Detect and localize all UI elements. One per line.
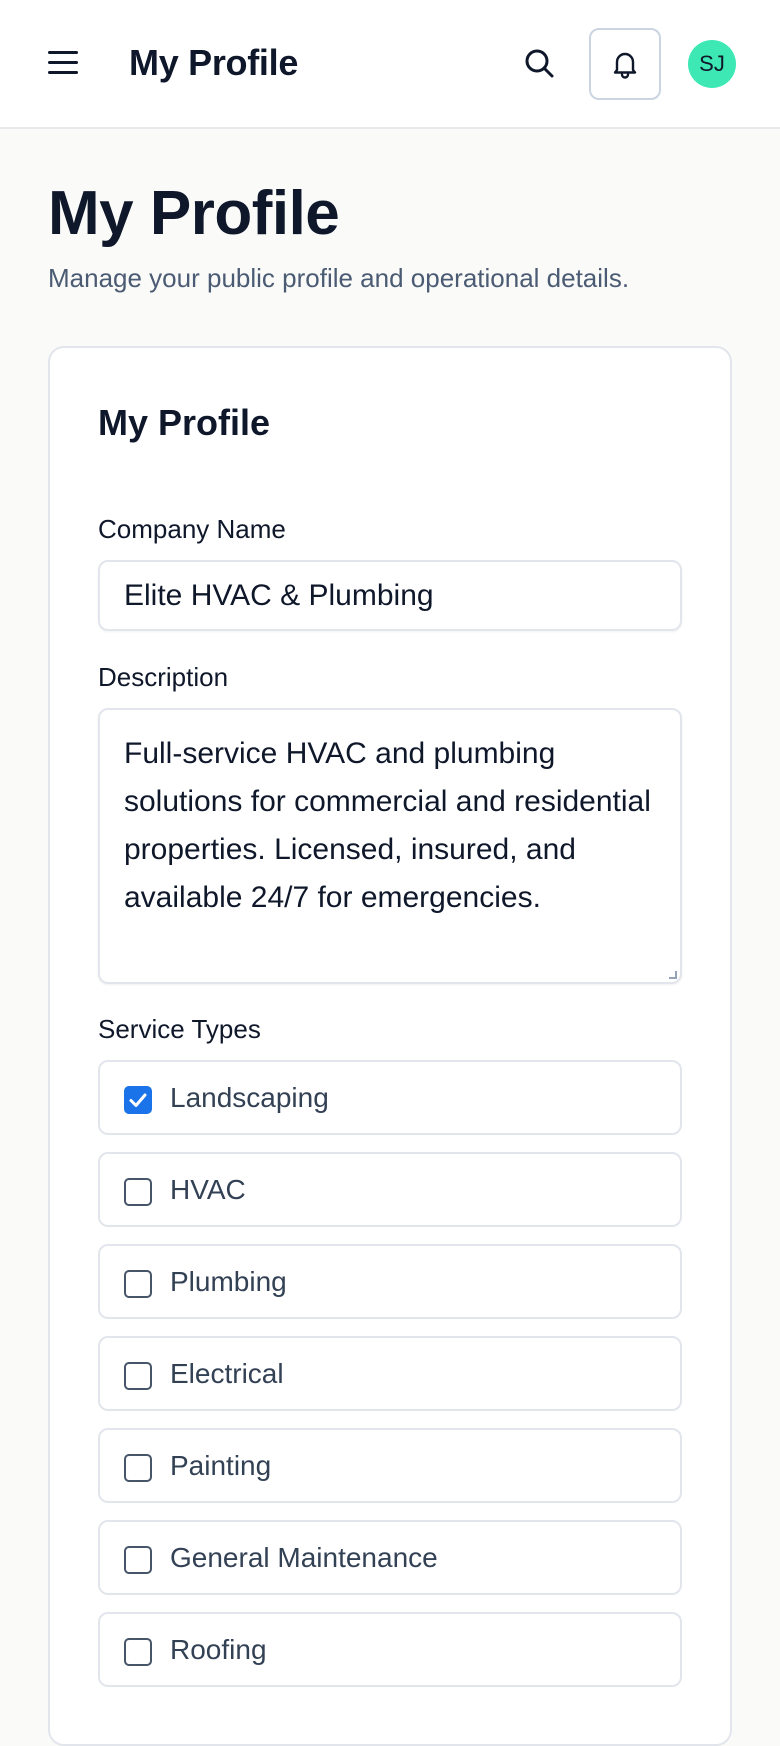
description-textarea[interactable]: Full-service HVAC and plumbing solutions…: [98, 708, 682, 984]
service-label: Plumbing: [170, 1266, 287, 1297]
bell-icon: [613, 52, 637, 79]
service-item-roofing[interactable]: Roofing: [98, 1612, 682, 1687]
resize-handle[interactable]: [669, 971, 677, 979]
service-item-hvac[interactable]: HVAC: [98, 1152, 682, 1227]
user-avatar[interactable]: SJ: [688, 40, 736, 88]
menu-icon[interactable]: [46, 48, 82, 78]
service-label: Roofing: [170, 1634, 267, 1665]
service-item-general-maintenance[interactable]: General Maintenance: [98, 1520, 682, 1595]
page-title: My Profile: [48, 179, 340, 248]
service-types-label: Service Types: [98, 1014, 261, 1044]
service-checkbox[interactable]: [124, 1546, 152, 1574]
service-label: Painting: [170, 1450, 272, 1481]
service-item-plumbing[interactable]: Plumbing: [98, 1244, 682, 1319]
service-checkbox[interactable]: [124, 1638, 152, 1666]
search-icon[interactable]: [522, 46, 558, 82]
service-item-electrical[interactable]: Electrical: [98, 1336, 682, 1411]
description-text: Full-service HVAC and plumbing solutions…: [124, 737, 651, 914]
service-label: HVAC: [170, 1174, 246, 1205]
service-label: General Maintenance: [170, 1542, 438, 1573]
service-item-landscaping[interactable]: Landscaping: [98, 1060, 682, 1135]
page-subtitle: Manage your public profile and operation…: [48, 263, 630, 293]
company-name-input[interactable]: Elite HVAC & Plumbing: [98, 560, 682, 631]
company-name-label: Company Name: [98, 514, 286, 544]
service-checkbox[interactable]: [124, 1270, 152, 1298]
service-item-painting[interactable]: Painting: [98, 1428, 682, 1503]
description-label: Description: [98, 662, 229, 692]
card-title: My Profile: [98, 402, 271, 443]
app-bar-title: My Profile: [129, 42, 299, 83]
top-app-bar: My Profile SJ: [0, 0, 780, 129]
service-checkbox[interactable]: [124, 1454, 152, 1482]
notifications-button[interactable]: [589, 28, 661, 100]
check-icon: [129, 1093, 147, 1107]
service-label: Electrical: [170, 1358, 284, 1389]
service-label: Landscaping: [170, 1082, 329, 1113]
service-checkbox[interactable]: [124, 1362, 152, 1390]
service-checkbox[interactable]: [124, 1086, 152, 1114]
service-checkbox[interactable]: [124, 1178, 152, 1206]
